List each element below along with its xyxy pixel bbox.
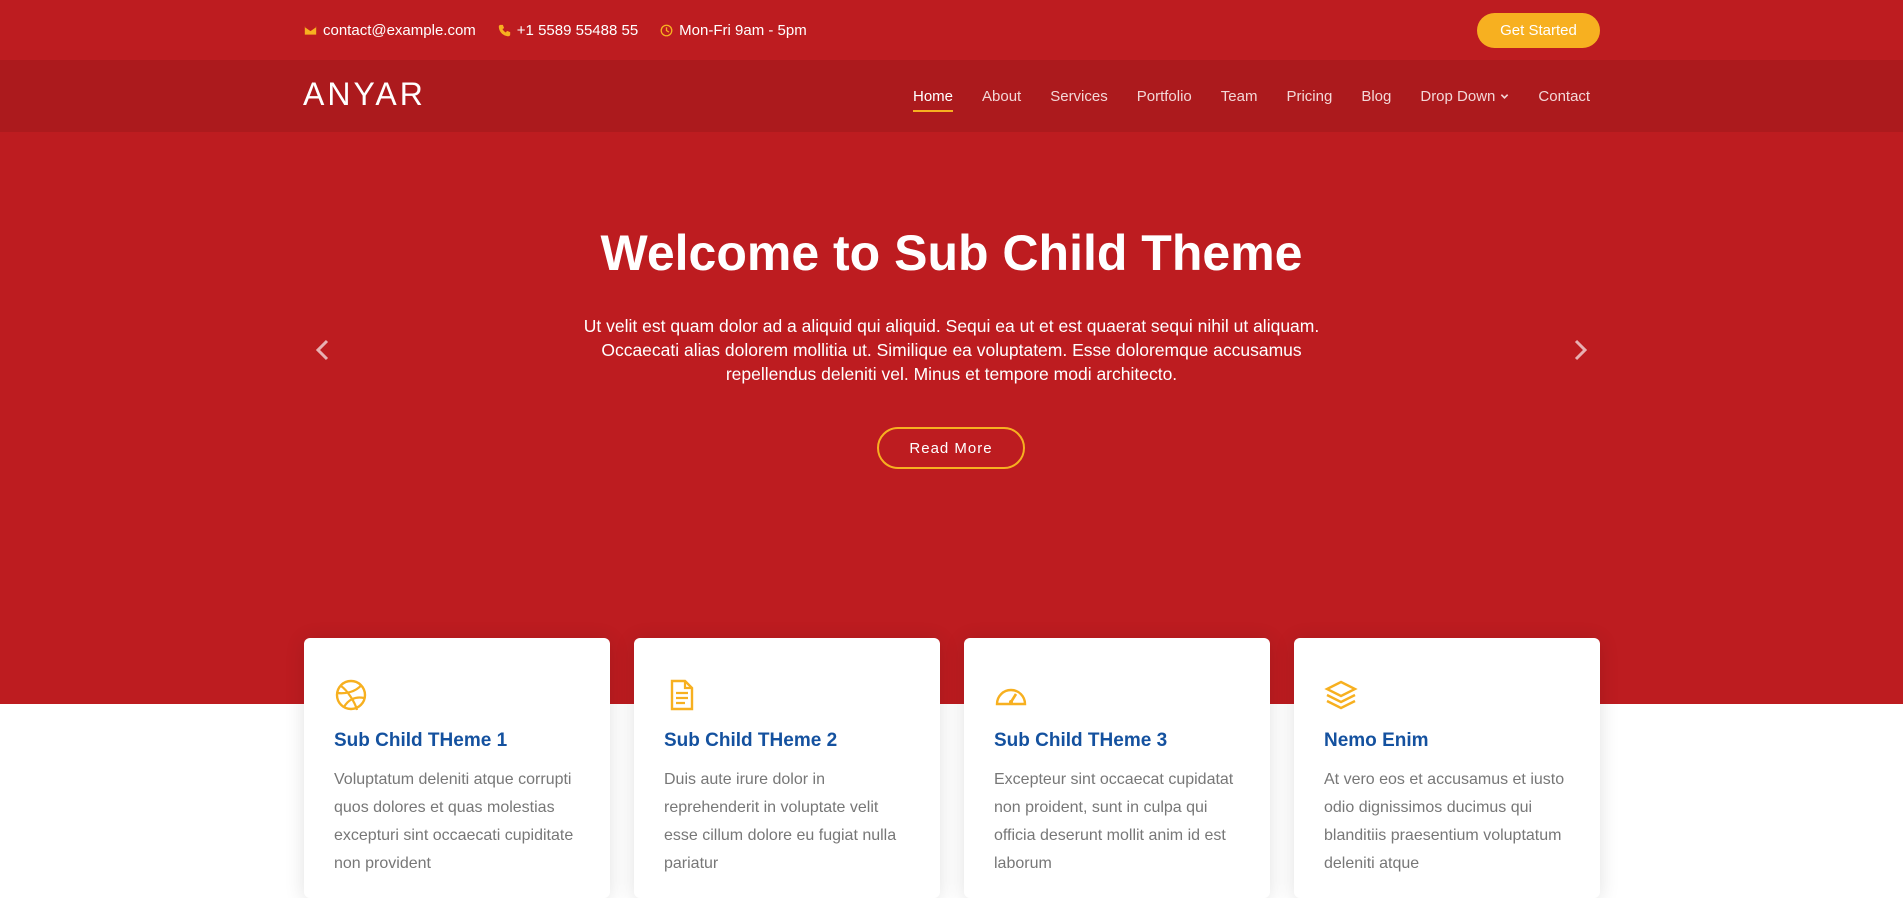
feature-card[interactable]: Sub Child THeme 1 Voluptatum deleniti at… <box>304 638 610 898</box>
nav-link-pricing[interactable]: Pricing <box>1286 60 1332 132</box>
card-title[interactable]: Nemo Enim <box>1324 730 1570 752</box>
hero-text: Ut velit est quam dolor ad a aliquid qui… <box>583 316 1320 384</box>
card-text: At vero eos et accusamus et iusto odio d… <box>1324 771 1565 872</box>
read-more-button[interactable]: Read More <box>877 427 1025 469</box>
card-text: Voluptatum deleniti atque corrupti quos … <box>334 771 574 872</box>
carousel-next-icon[interactable] <box>1565 335 1595 365</box>
phone-icon <box>498 24 510 36</box>
speedometer-icon <box>995 688 1027 706</box>
nav-link-about[interactable]: About <box>982 60 1021 132</box>
nav-dropdown[interactable]: Drop Down <box>1420 60 1509 132</box>
hours-text: Mon-Fri 9am - 5pm <box>679 21 807 39</box>
phone-item[interactable]: +1 5589 55488 55 <box>498 22 638 39</box>
main-nav: Home About Services Portfolio Team Prici… <box>900 60 1590 132</box>
envelope-icon <box>304 25 317 35</box>
card-text: Duis aute irure dolor in reprehenderit i… <box>664 771 897 872</box>
nav-link-services[interactable]: Services <box>1050 60 1108 132</box>
nav-link-portfolio[interactable]: Portfolio <box>1137 60 1192 132</box>
nav-link-contact[interactable]: Contact <box>1538 60 1590 132</box>
navbar: ANYAR Home About Services Portfolio Team… <box>0 60 1903 132</box>
card-title[interactable]: Sub Child THeme 1 <box>334 730 580 752</box>
email-item[interactable]: contact@example.com <box>304 22 476 39</box>
nav-dropdown-label: Drop Down <box>1420 87 1496 105</box>
nav-link-team[interactable]: Team <box>1221 60 1258 132</box>
feature-card[interactable]: Sub Child THeme 3 Excepteur sint occaeca… <box>964 638 1270 898</box>
nav-link-blog[interactable]: Blog <box>1361 60 1391 132</box>
contact-info: contact@example.com +1 5589 55488 55 Mon… <box>304 0 807 60</box>
dribbble-icon <box>335 679 367 711</box>
feature-card[interactable]: Nemo Enim At vero eos et accusamus et iu… <box>1294 638 1600 898</box>
card-text: Excepteur sint occaecat cupidatat non pr… <box>994 771 1234 872</box>
hours-item: Mon-Fri 9am - 5pm <box>660 22 807 39</box>
phone-text: +1 5589 55488 55 <box>516 21 639 39</box>
site-logo[interactable]: ANYAR <box>303 76 426 113</box>
clock-icon <box>660 24 673 36</box>
layers-icon <box>1324 680 1358 710</box>
card-title[interactable]: Sub Child THeme 3 <box>994 730 1240 752</box>
card-title[interactable]: Sub Child THeme 2 <box>664 730 910 752</box>
get-started-button[interactable]: Get Started <box>1477 13 1600 48</box>
hero-section: Welcome to Sub Child Theme Ut velit est … <box>0 132 1903 704</box>
hero-title: Welcome to Sub Child Theme <box>600 225 1303 281</box>
nav-link-home[interactable]: Home <box>913 60 954 132</box>
chevron-down-icon <box>1501 93 1509 99</box>
topbar: contact@example.com +1 5589 55488 55 Mon… <box>0 0 1903 60</box>
file-text-icon <box>670 679 694 711</box>
feature-cards: Sub Child THeme 1 Voluptatum deleniti at… <box>304 638 1600 898</box>
email-text: contact@example.com <box>323 21 476 39</box>
carousel-prev-icon[interactable] <box>308 335 338 365</box>
feature-card[interactable]: Sub Child THeme 2 Duis aute irure dolor … <box>634 638 940 898</box>
